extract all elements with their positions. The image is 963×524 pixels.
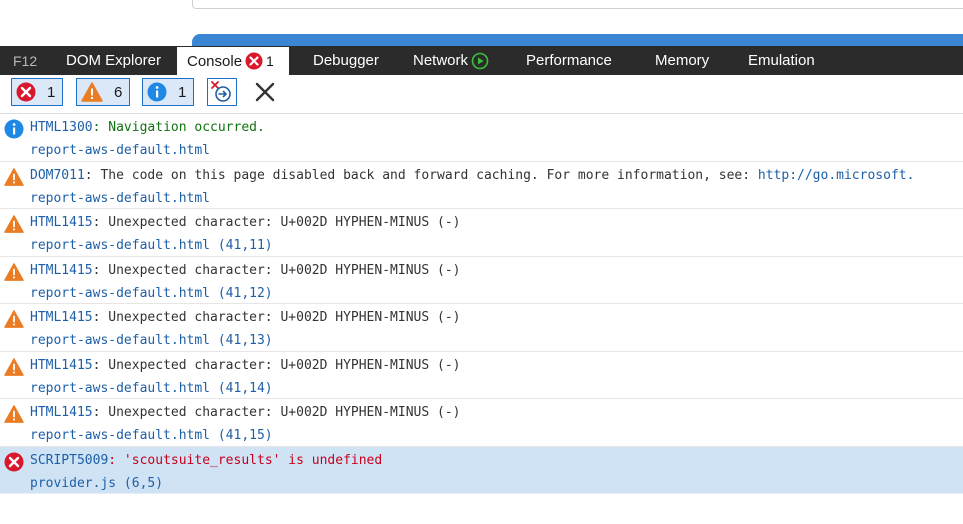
message-text: : Unexpected character: U+002D HYPHEN-MI… <box>92 357 461 373</box>
message-source-link[interactable]: report-aws-default.html (41,11) <box>30 238 273 253</box>
warning-icon <box>4 357 24 376</box>
clear-on-navigate-button[interactable] <box>207 78 237 106</box>
message-line: DOM7011: The code on this page disabled … <box>30 168 914 183</box>
info-filter-button[interactable]: 1 <box>142 78 194 106</box>
message-text: : Unexpected character: U+002D HYPHEN-MI… <box>92 215 461 230</box>
message-source-link[interactable]: report-aws-default.html <box>30 191 210 206</box>
console-message: HTML1415: Unexpected character: U+002D H… <box>0 257 963 304</box>
tab-console-label: Console <box>187 52 243 70</box>
console-message: HTML1415: Unexpected character: U+002D H… <box>0 352 963 399</box>
message-line: SCRIPT5009: 'scoutsuite_results' is unde… <box>30 453 382 468</box>
warning-icon <box>4 310 24 328</box>
message-text: : Navigation occurred. <box>92 120 265 135</box>
page-content-banner <box>192 34 963 46</box>
message-line: HTML1415: Unexpected character: U+002D H… <box>30 358 460 373</box>
warning-icon <box>81 82 103 102</box>
record-icon <box>471 52 489 69</box>
error-icon <box>16 82 36 102</box>
console-message: HTML1415: Unexpected character: U+002D H… <box>0 304 963 352</box>
message-source-link[interactable]: report-aws-default.html (41,12) <box>30 286 273 301</box>
errors-count: 1 <box>47 83 56 101</box>
message-code-link[interactable]: HTML1415 <box>30 263 93 278</box>
tab-performance[interactable]: Performance <box>502 46 631 75</box>
message-source-link[interactable]: report-aws-default.html (41,14) <box>30 381 273 396</box>
console-toolbar: 1 6 1 <box>0 75 963 114</box>
message-text: : Unexpected character: U+002D HYPHEN-MI… <box>92 405 461 420</box>
warnings-filter-button[interactable]: 6 <box>76 78 130 106</box>
warning-icon <box>4 405 24 423</box>
message-line: HTML1300: Navigation occurred. <box>30 120 265 135</box>
message-text: : The code on this page disabled back an… <box>84 167 758 183</box>
message-source-link[interactable]: provider.js (6,5) <box>30 476 163 491</box>
devtools-tab-bar: F12 DOM Explorer Console 1 Debugger Netw… <box>0 46 963 75</box>
tab-f12[interactable]: F12 <box>0 46 52 75</box>
console-message: HTML1300: Navigation occurred. report-aw… <box>0 114 963 162</box>
message-text: : Unexpected character: U+002D HYPHEN-MI… <box>92 262 461 278</box>
message-source-link[interactable]: report-aws-default.html <box>30 143 210 158</box>
errors-filter-button[interactable]: 1 <box>11 78 63 106</box>
info-count: 1 <box>178 83 187 101</box>
tab-network-label: Network <box>413 52 469 69</box>
tab-emulation[interactable]: Emulation <box>731 46 851 75</box>
clear-on-navigate-icon <box>211 81 231 102</box>
tab-console-error-count: 1 <box>266 53 274 69</box>
warnings-count: 6 <box>114 83 123 101</box>
warning-icon <box>4 262 24 281</box>
message-source-link[interactable]: report-aws-default.html (41,15) <box>30 428 273 443</box>
message-code-link[interactable]: HTML1300 <box>30 120 93 135</box>
tab-dom-explorer[interactable]: DOM Explorer <box>52 46 177 75</box>
message-line: HTML1415: Unexpected character: U+002D H… <box>30 405 460 420</box>
info-icon <box>147 82 167 102</box>
message-text: : 'scoutsuite_results' is undefined <box>108 452 383 468</box>
message-code-link[interactable]: SCRIPT5009 <box>30 453 108 468</box>
tab-console[interactable]: Console 1 <box>177 47 289 75</box>
error-icon <box>4 452 24 471</box>
tab-network[interactable]: Network <box>389 46 502 75</box>
message-code-link[interactable]: HTML1415 <box>30 405 93 420</box>
error-icon <box>245 52 263 70</box>
message-code-link[interactable]: DOM7011 <box>30 168 85 183</box>
close-icon <box>255 82 275 102</box>
console-message: DOM7011: The code on this page disabled … <box>0 162 963 209</box>
message-source-link[interactable]: report-aws-default.html (41,13) <box>30 333 273 348</box>
page-content-top <box>192 0 963 9</box>
message-line: HTML1415: Unexpected character: U+002D H… <box>30 310 460 325</box>
info-icon <box>4 119 24 139</box>
warning-icon <box>4 167 24 186</box>
message-text: : Unexpected character: U+002D HYPHEN-MI… <box>92 310 461 325</box>
message-line: HTML1415: Unexpected character: U+002D H… <box>30 263 460 278</box>
warning-icon <box>4 215 24 233</box>
message-line: HTML1415: Unexpected character: U+002D H… <box>30 215 460 230</box>
tab-memory[interactable]: Memory <box>631 46 731 75</box>
message-code-link[interactable]: HTML1415 <box>30 358 93 373</box>
message-help-link[interactable]: http://go.microsoft. <box>758 168 915 183</box>
console-message: SCRIPT5009: 'scoutsuite_results' is unde… <box>0 446 963 494</box>
tab-debugger[interactable]: Debugger <box>289 46 389 75</box>
message-code-link[interactable]: HTML1415 <box>30 310 93 325</box>
console-message: HTML1415: Unexpected character: U+002D H… <box>0 399 963 447</box>
message-code-link[interactable]: HTML1415 <box>30 215 93 230</box>
console-message: HTML1415: Unexpected character: U+002D H… <box>0 209 963 257</box>
clear-console-button[interactable] <box>252 79 278 105</box>
console-messages: HTML1300: Navigation occurred. report-aw… <box>0 114 963 494</box>
